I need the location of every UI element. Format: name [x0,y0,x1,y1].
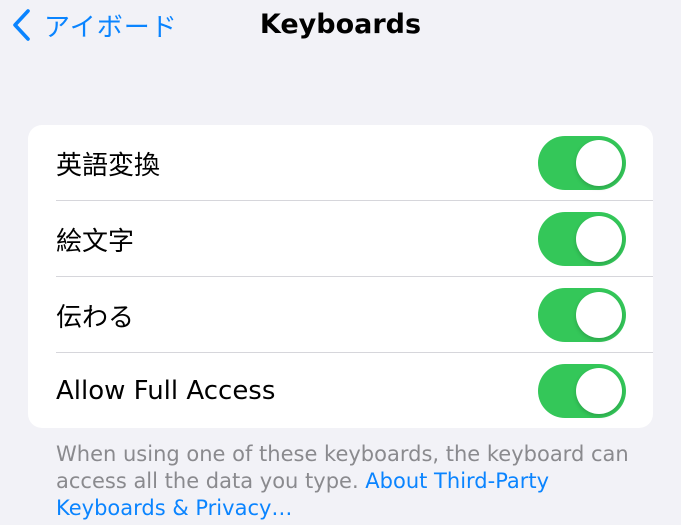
toggle-knob [576,368,622,414]
emoji-toggle[interactable] [538,212,626,266]
keyboards-settings-group: 英語変換 絵文字 伝わる Allow Full Access [28,125,653,428]
allow-full-access-toggle[interactable] [538,364,626,418]
row-label: 絵文字 [56,226,135,257]
keyboard-row-emoji: 絵文字 [28,201,653,277]
page-title: Keyboards [259,9,422,40]
row-label: 英語変換 [56,150,161,181]
row-label: 伝わる [56,302,135,333]
footer-note: When using one of these keyboards, the k… [56,441,656,522]
eigo-henkan-toggle[interactable] [538,136,626,190]
row-label: Allow Full Access [56,376,276,406]
tsutawaru-toggle[interactable] [538,288,626,342]
toggle-knob [576,292,622,338]
keyboard-row-eigo-henkan: 英語変換 [28,125,653,201]
navigation-bar: アイボード Keyboards [0,0,681,50]
toggle-knob [576,140,622,186]
toggle-knob [576,216,622,262]
keyboard-row-allow-full-access: Allow Full Access [28,353,653,428]
keyboard-row-tsutawaru: 伝わる [28,277,653,353]
